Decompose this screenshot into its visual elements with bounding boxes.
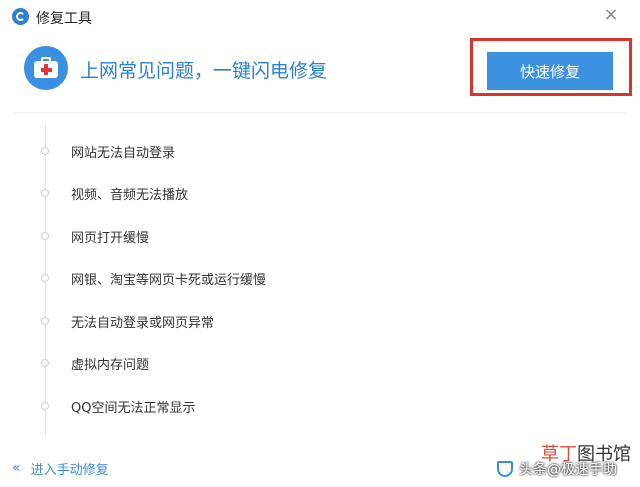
window-title: 修复工具 bbox=[36, 11, 92, 27]
bullet-dot-icon bbox=[41, 147, 49, 155]
issue-label: 视频、音频无法播放 bbox=[71, 188, 189, 203]
list-item: 无法自动登录或网页异常 bbox=[0, 311, 600, 331]
close-button[interactable]: × bbox=[602, 6, 620, 24]
issue-label: 网站无法自动登录 bbox=[71, 146, 176, 161]
issue-label: 网银、淘宝等网页卡死或运行缓慢 bbox=[71, 273, 267, 288]
issue-label: 网页打开缓慢 bbox=[71, 231, 150, 246]
double-chevron-left-icon: « bbox=[12, 460, 21, 476]
headline: 上网常见问题，一键闪电修复 bbox=[80, 60, 328, 82]
bullet-dot-icon bbox=[41, 402, 49, 410]
shield-icon bbox=[497, 461, 513, 477]
list-item: 网页打开缓慢 bbox=[0, 226, 600, 246]
manual-fix-link[interactable]: « 进入手动修复 bbox=[12, 459, 109, 478]
title-bar: 修复工具 × bbox=[0, 0, 640, 34]
list-item: QQ空间无法正常显示 bbox=[0, 396, 600, 416]
bullet-dot-icon bbox=[41, 317, 49, 325]
first-aid-kit-icon bbox=[24, 46, 68, 90]
bullet-dot-icon bbox=[41, 274, 49, 282]
list-item: 网银、淘宝等网页卡死或运行缓慢 bbox=[0, 268, 600, 288]
issue-label: 虚拟内存问题 bbox=[71, 358, 150, 373]
bullet-dot-icon bbox=[41, 189, 49, 197]
manual-fix-label: 进入手动修复 bbox=[30, 462, 109, 478]
watermark-toutiao: 头条@极速手助 bbox=[497, 458, 617, 480]
issue-label: QQ空间无法正常显示 bbox=[71, 401, 196, 416]
divider bbox=[14, 112, 626, 113]
quick-fix-button[interactable]: 快速修复 bbox=[487, 52, 613, 90]
list-item: 网站无法自动登录 bbox=[0, 141, 600, 161]
list-item: 虚拟内存问题 bbox=[0, 353, 600, 373]
watermark-text: 头条@极速手助 bbox=[519, 462, 617, 478]
list-item: 视频、音频无法播放 bbox=[0, 183, 600, 203]
app-logo-icon bbox=[12, 8, 29, 25]
bullet-dot-icon bbox=[41, 232, 49, 240]
bullet-dot-icon bbox=[41, 359, 49, 367]
issue-label: 无法自动登录或网页异常 bbox=[71, 316, 215, 331]
